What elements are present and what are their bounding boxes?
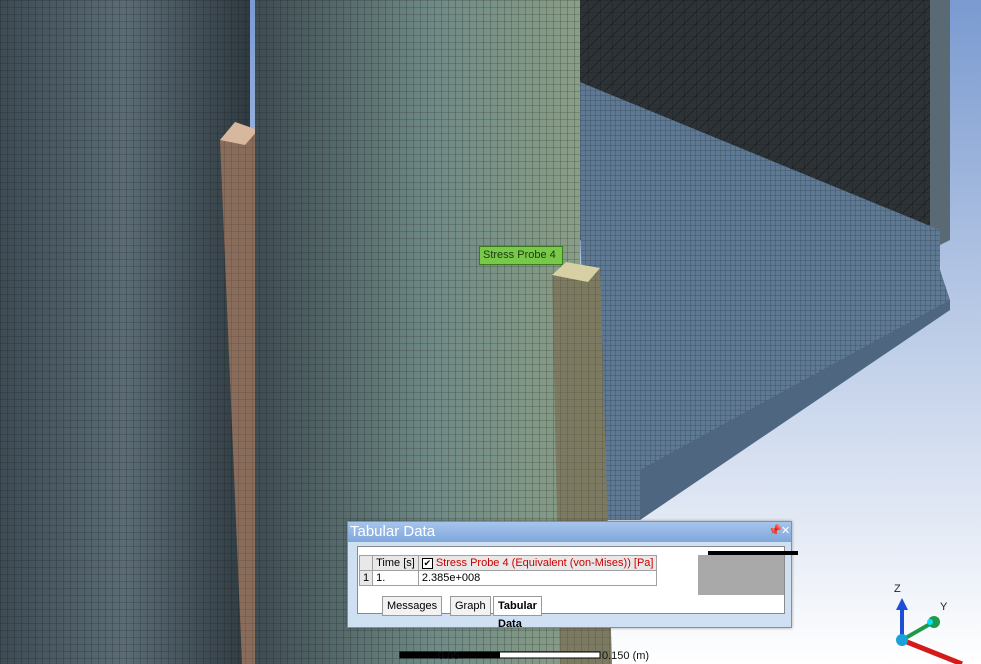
scale-label-mid: 0.05 bbox=[438, 650, 460, 662]
time-column-header[interactable]: Time [s] bbox=[372, 555, 419, 571]
pin-icon[interactable]: 📌 bbox=[768, 524, 782, 538]
panel-title: Tabular Data bbox=[348, 522, 791, 542]
grid-empty-area bbox=[698, 555, 784, 595]
triad-origin bbox=[896, 634, 908, 646]
row-number: 1 bbox=[358, 570, 374, 586]
isometric-ball[interactable] bbox=[927, 619, 933, 625]
value-cell[interactable]: 2.385e+008 bbox=[417, 570, 658, 586]
row-number-header bbox=[358, 555, 374, 571]
close-icon[interactable]: ✕ bbox=[781, 524, 790, 538]
checkbox-icon[interactable]: ✔ bbox=[421, 558, 433, 569]
scale-bar bbox=[399, 651, 601, 659]
tab-tabular-data[interactable]: Tabular Data bbox=[493, 596, 542, 630]
probe-column-header[interactable]: ✔ Stress Probe 4 (Equivalent (von-Mises))… bbox=[417, 555, 658, 571]
x-axis bbox=[901, 637, 963, 664]
table-row[interactable]: 1 1. 2.385e+008 bbox=[358, 570, 658, 586]
z-axis-arrow bbox=[896, 598, 908, 610]
tab-graph[interactable]: Graph bbox=[450, 596, 491, 616]
left-cylinder bbox=[0, 0, 250, 664]
axis-triad[interactable]: Z Y bbox=[878, 580, 978, 664]
data-table: Time [s] ✔ Stress Probe 4 (Equivalent (vo… bbox=[358, 555, 658, 586]
scale-label-end: 0.150 (m) bbox=[602, 650, 650, 662]
tabular-data-panel: Tabular Data 📌 ✕ Time [s] ✔ Stress Probe … bbox=[347, 521, 798, 630]
probe-column-label: Stress Probe 4 (Equivalent (von-Mises)) … bbox=[435, 557, 654, 569]
stress-probe-label[interactable]: Stress Probe 4 bbox=[479, 246, 563, 265]
y-axis-label: Y bbox=[940, 601, 948, 613]
time-cell[interactable]: 1. bbox=[372, 570, 419, 586]
z-axis-label: Z bbox=[894, 583, 901, 595]
table-header-row: Time [s] ✔ Stress Probe 4 (Equivalent (vo… bbox=[358, 555, 658, 571]
tab-messages[interactable]: Messages bbox=[382, 596, 443, 616]
